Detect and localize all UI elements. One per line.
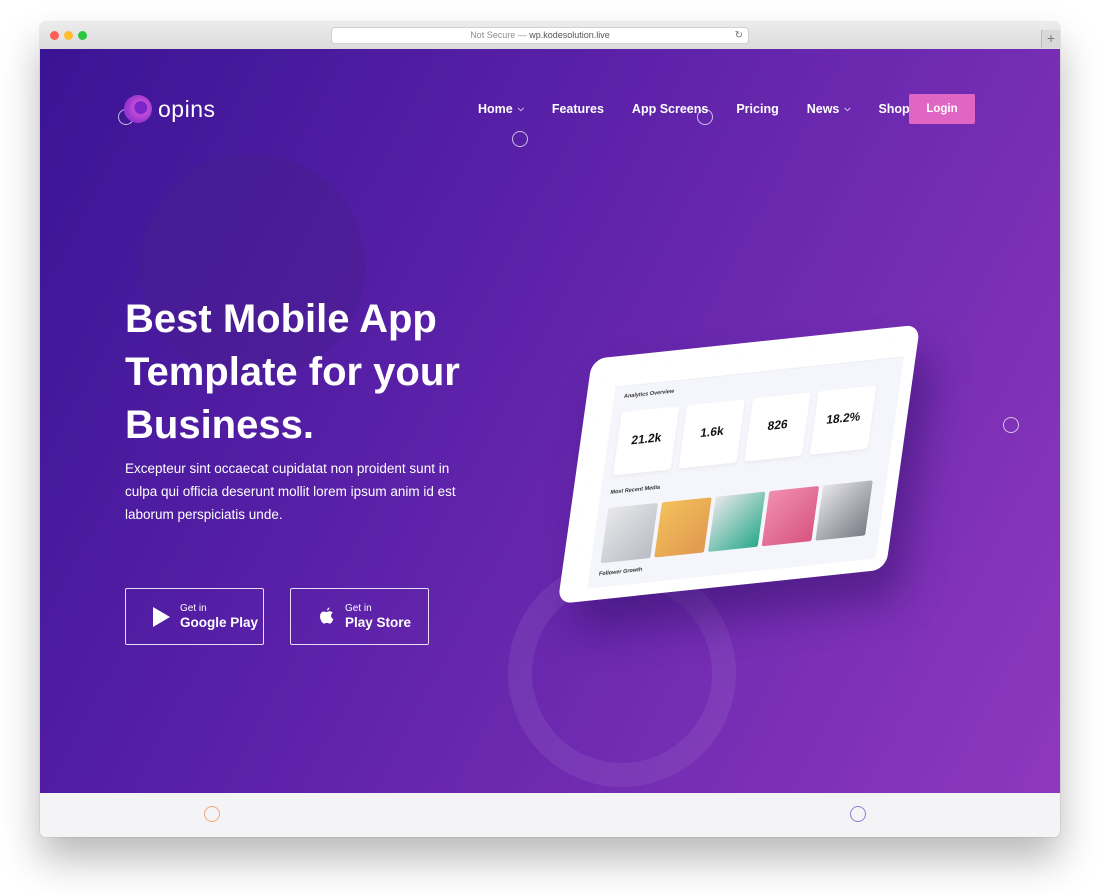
close-window-button[interactable] xyxy=(50,31,59,40)
stat-value: 826 xyxy=(766,416,789,434)
nav-label: Features xyxy=(551,102,604,116)
tablet-title: Analytics Overview xyxy=(623,388,675,400)
plus-icon[interactable]: + xyxy=(1041,30,1060,48)
page-below-hero xyxy=(40,793,1060,837)
tablet-device: Analytics Overview 21.2k 1.6k 826 18.2% … xyxy=(557,324,921,604)
store-button-caption: Get in xyxy=(345,603,372,614)
app-store-button[interactable]: Get in Play Store xyxy=(290,588,429,645)
decorative-bubble xyxy=(204,806,220,822)
nav-label: Pricing xyxy=(736,102,779,116)
brand-name: opins xyxy=(158,95,216,122)
nav-item-app-screens[interactable]: App Screens xyxy=(632,102,708,116)
store-button-label: Google Play xyxy=(180,615,259,630)
decorative-bubble xyxy=(850,806,866,822)
stat-value: 18.2% xyxy=(825,409,862,427)
nav-item-news[interactable]: News ⌵ xyxy=(807,102,851,116)
tablet-footer-title: Follower Growth xyxy=(598,566,643,578)
main-navigation: Home ⌵ Features App Screens Pricing News… xyxy=(478,102,921,116)
tablet-topbar xyxy=(615,338,907,388)
media-thumbnail xyxy=(600,502,659,564)
tablet-screen: Analytics Overview 21.2k 1.6k 826 18.2% … xyxy=(571,338,907,591)
decorative-bubble xyxy=(512,131,528,147)
store-button-label: Play Store xyxy=(345,615,412,630)
nav-item-features[interactable]: Features xyxy=(552,102,604,116)
stat-card: 826 xyxy=(744,392,811,462)
stat-card: 18.2% xyxy=(809,385,877,455)
address-bar[interactable]: Not Secure — wp.kodesolution.live ↻ xyxy=(332,28,748,43)
login-button[interactable]: Login xyxy=(909,94,975,124)
hero-section: opins Home ⌵ Features App Screens Pricin… xyxy=(40,49,1060,793)
chevron-down-icon: ⌵ xyxy=(517,104,524,113)
hero-headline: Best Mobile App Template for your Busine… xyxy=(125,297,460,447)
apple-icon xyxy=(320,607,334,624)
maximize-window-button[interactable] xyxy=(78,31,87,40)
hero-subtext: Excepteur sint occaecat cupidatat non pr… xyxy=(125,461,456,522)
media-thumbnail xyxy=(654,497,712,558)
site-logo[interactable]: opins xyxy=(124,95,215,123)
media-thumbnail xyxy=(761,485,820,547)
nav-label: Shop xyxy=(878,102,910,116)
stat-value: 21.2k xyxy=(630,430,663,448)
security-indicator: Not Secure — xyxy=(470,30,527,40)
browser-window: Not Secure — wp.kodesolution.live ↻ + op… xyxy=(40,22,1060,837)
nav-item-home[interactable]: Home ⌵ xyxy=(478,102,524,116)
logo-mark-icon xyxy=(124,95,152,123)
nav-label: Home xyxy=(478,102,513,116)
stat-card: 21.2k xyxy=(612,406,680,476)
nav-item-pricing[interactable]: Pricing xyxy=(736,102,778,116)
google-play-button[interactable]: Get in Google Play xyxy=(125,588,264,645)
media-thumbnail xyxy=(815,480,873,541)
chevron-down-icon: ⌵ xyxy=(844,104,851,113)
tablet-mockup: Analytics Overview 21.2k 1.6k 826 18.2% … xyxy=(557,324,952,619)
media-thumbnail xyxy=(707,491,766,552)
decorative-bubble xyxy=(1003,417,1019,433)
minimize-window-button[interactable] xyxy=(64,31,73,40)
store-button-caption: Get in xyxy=(180,603,207,614)
reload-icon[interactable]: ↻ xyxy=(735,28,743,43)
browser-titlebar: Not Secure — wp.kodesolution.live ↻ + xyxy=(40,22,1060,50)
nav-label: App Screens xyxy=(631,102,709,116)
tablet-section-title: Most Recent Media xyxy=(609,484,661,496)
stat-card: 1.6k xyxy=(678,399,746,469)
stat-value: 1.6k xyxy=(699,423,725,441)
nav-label: News xyxy=(806,102,840,116)
play-icon xyxy=(153,606,170,627)
address-domain: wp.kodesolution.live xyxy=(529,30,610,40)
